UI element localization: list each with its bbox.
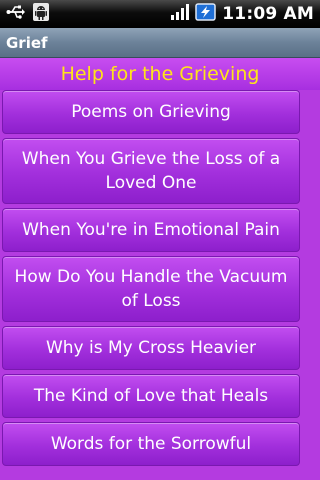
clock: 11:09 AM: [222, 4, 314, 24]
list-item-love-that-heals[interactable]: The Kind of Love that Heals: [2, 374, 300, 418]
signal-icon: [170, 3, 190, 25]
list-item-label: Words for the Sorrowful: [50, 434, 252, 454]
system-status: 11:09 AM: [170, 0, 314, 28]
list-item-label: The Kind of Love that Heals: [33, 386, 269, 406]
topic-list: Poems on Grieving When You Grieve the Lo…: [0, 90, 320, 470]
list-item-words-for-sorrowful[interactable]: Words for the Sorrowful: [2, 422, 300, 466]
status-bar: 11:09 AM: [0, 0, 320, 28]
list-item-label: When You're in Emotional Pain: [22, 220, 280, 240]
android-debug-icon: [32, 2, 50, 26]
app-title: Grief: [6, 34, 48, 52]
list-item-label: Why is My Cross Heavier: [45, 338, 257, 358]
list-item-label: Poems on Grieving: [71, 102, 231, 122]
list-item-poems-on-grieving[interactable]: Poems on Grieving: [2, 90, 300, 134]
title-bar: Grief: [0, 28, 320, 58]
list-item-label: How Do You Handle the Vacuum of Loss: [14, 267, 288, 311]
list-item-emotional-pain[interactable]: When You're in Emotional Pain: [2, 208, 300, 252]
list-item-vacuum-of-loss[interactable]: How Do You Handle the Vacuum of Loss: [2, 256, 300, 322]
list-item-grieve-loss-loved-one[interactable]: When You Grieve the Loss of a Loved One: [2, 138, 300, 204]
usb-icon: [6, 4, 26, 24]
battery-charging-icon: [195, 2, 217, 26]
list-item-cross-heavier[interactable]: Why is My Cross Heavier: [2, 326, 300, 370]
notification-icons: [6, 3, 50, 25]
list-header: Help for the Grieving: [0, 58, 320, 90]
list-item-label: When You Grieve the Loss of a Loved One: [21, 149, 281, 193]
